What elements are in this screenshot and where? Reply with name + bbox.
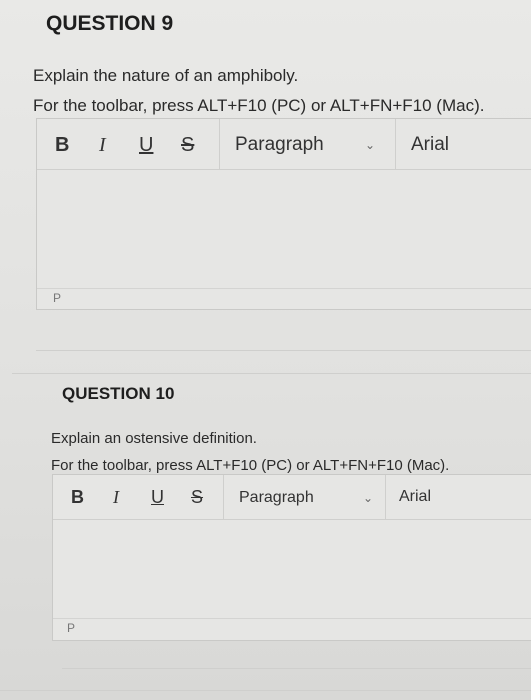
font-family-select[interactable]: Arial [399,488,431,506]
question-10-prompt: Explain an ostensive definition. [51,430,257,447]
toolbar-divider [395,119,396,169]
bold-button[interactable]: B [55,131,69,159]
divider [12,373,531,374]
underline-button[interactable]: U [139,131,153,159]
italic-button[interactable]: I [99,131,106,159]
chevron-down-icon: ⌄ [365,138,376,152]
paragraph-format-select[interactable]: Paragraph ⌄ [239,486,389,510]
chevron-down-icon: ⌄ [363,491,374,505]
question-9-prompt: Explain the nature of an amphiboly. [33,66,299,85]
divider [36,350,531,351]
paragraph-format-label: Paragraph [235,134,324,155]
divider [62,668,531,669]
question-10-editor[interactable]: B I U S Paragraph ⌄ Arial P [52,474,531,641]
underline-button[interactable]: U [151,484,164,510]
page: QUESTION 9 Explain the nature of an amph… [0,0,531,700]
question-9-title: QUESTION 9 [46,12,174,35]
editor-toolbar: B I U S Paragraph ⌄ Arial [53,475,531,520]
question-10-toolbar-hint: For the toolbar, press ALT+F10 (PC) or A… [51,457,450,474]
italic-button[interactable]: I [113,484,119,510]
question-10-title: QUESTION 10 [62,384,175,403]
toolbar-divider [223,475,224,519]
paragraph-format-select[interactable]: Paragraph ⌄ [235,132,385,158]
editor-toolbar: B I U S Paragraph ⌄ Arial [37,119,531,170]
answer-text-area[interactable] [37,170,531,289]
divider [0,690,531,691]
font-family-select[interactable]: Arial [411,134,449,156]
strikethrough-button[interactable]: S [191,484,203,510]
paragraph-format-label: Paragraph [239,489,314,506]
answer-text-area[interactable] [53,520,531,619]
bold-button[interactable]: B [71,484,84,510]
strikethrough-button[interactable]: S [181,131,194,159]
toolbar-divider [219,119,220,169]
question-9-editor[interactable]: B I U S Paragraph ⌄ Arial P [36,118,531,310]
toolbar-divider [385,475,386,519]
question-9-toolbar-hint: For the toolbar, press ALT+F10 (PC) or A… [33,96,485,115]
path-status: P [53,291,62,305]
path-status: P [67,621,76,635]
